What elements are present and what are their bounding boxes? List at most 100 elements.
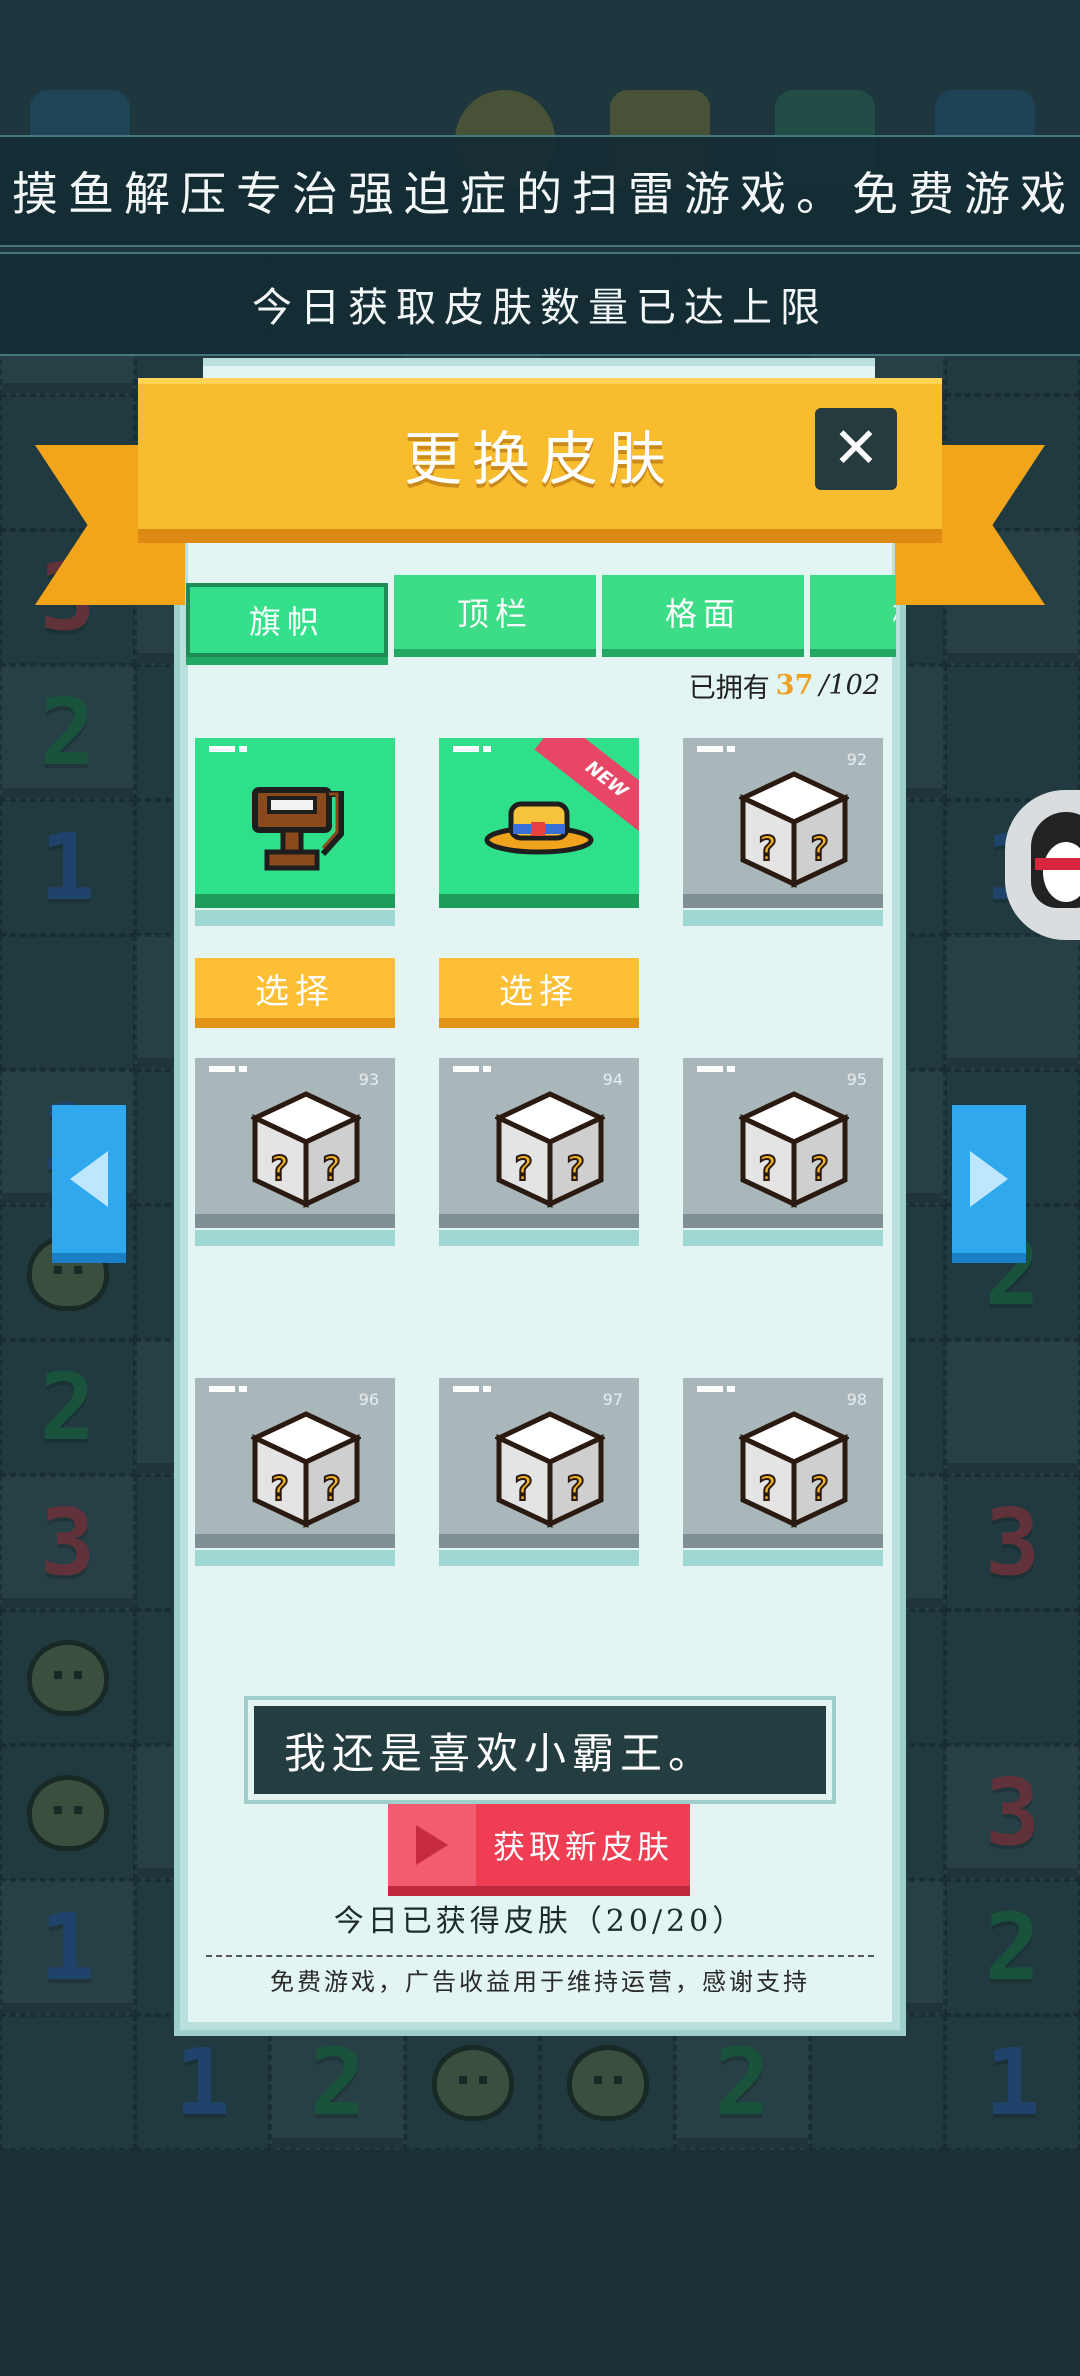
- marquee-text: 摸鱼解压专治强迫症的扫雷游戏。免费游戏，: [12, 167, 1080, 221]
- board-cell[interactable]: [945, 1610, 1080, 1745]
- get-new-skin-button[interactable]: 获取新皮肤: [388, 1804, 690, 1896]
- skin-card-locked[interactable]: 92 ? ?: [683, 738, 883, 926]
- skin-number: 95: [846, 1070, 867, 1089]
- board-cell[interactable]: [945, 935, 1080, 1070]
- mystery-box-icon: ??: [495, 1091, 605, 1208]
- mystery-box-icon: ??: [251, 1091, 361, 1208]
- prev-page-button[interactable]: [52, 1105, 126, 1263]
- tab-topbar[interactable]: 顶栏: [394, 575, 596, 657]
- board-cell[interactable]: 1: [0, 800, 135, 935]
- card-mark: [453, 746, 479, 752]
- skin-card-locked[interactable]: 98??: [683, 1378, 883, 1566]
- footer-divider: [206, 1955, 874, 1957]
- mystery-box-icon: ??: [739, 1091, 849, 1208]
- tab-cell-face[interactable]: 格面: [602, 575, 804, 657]
- board-cell[interactable]: [810, 2015, 945, 2150]
- owned-label: 已拥有: [688, 672, 770, 704]
- select-trophy-button[interactable]: 选择: [195, 958, 395, 1028]
- skin-card-locked[interactable]: 96??: [195, 1378, 395, 1566]
- footer-note: 免费游戏，广告收益用于维持运营，感谢支持: [270, 1968, 810, 1996]
- cell-number: 3: [39, 1489, 96, 1596]
- svg-text:?: ?: [269, 1469, 289, 1509]
- penguin-scarf: [1035, 858, 1080, 870]
- board-cell[interactable]: [0, 1610, 135, 1745]
- card-mark: [727, 1066, 735, 1072]
- owned-total: /102: [819, 669, 880, 701]
- skin-card-locked[interactable]: 95??: [683, 1058, 883, 1246]
- board-cell[interactable]: 3: [0, 1475, 135, 1610]
- skin-card-locked[interactable]: 97??: [439, 1378, 639, 1566]
- card-mark: [209, 1386, 235, 1392]
- board-cell[interactable]: [0, 935, 135, 1070]
- svg-text:?: ?: [321, 1149, 341, 1189]
- cell-number: 1: [174, 2029, 231, 2136]
- arrow-right-icon: [970, 1151, 1008, 1207]
- mystery-box-icon: ??: [495, 1411, 605, 1528]
- card-mark: [209, 1066, 235, 1072]
- blob-icon: [26, 1639, 109, 1716]
- skin-category-tabs: 旗帜 顶栏 格面 格: [186, 575, 896, 665]
- card-mark: [209, 746, 235, 752]
- select-hat-button[interactable]: 选择: [439, 958, 639, 1028]
- board-cell[interactable]: 1: [0, 1880, 135, 2015]
- board-cell[interactable]: [405, 2015, 540, 2150]
- cell-number: 3: [984, 1759, 1041, 1866]
- skin-card-locked[interactable]: 93??: [195, 1058, 395, 1246]
- card-mark: [239, 746, 247, 752]
- board-cell[interactable]: 2: [0, 1340, 135, 1475]
- board-cell[interactable]: 3: [945, 1475, 1080, 1610]
- skin-number: 97: [602, 1390, 623, 1409]
- skin-number: 96: [358, 1390, 379, 1409]
- board-cell[interactable]: 1: [945, 2015, 1080, 2150]
- tab-label: 格面: [664, 595, 741, 633]
- svg-text:?: ?: [269, 1149, 289, 1189]
- board-cell[interactable]: 3: [945, 1745, 1080, 1880]
- owned-count: 37: [775, 669, 814, 701]
- board-cell[interactable]: 2: [0, 665, 135, 800]
- hat-icon: [484, 801, 594, 855]
- get-skin-label: 获取新皮肤: [492, 1828, 673, 1866]
- skin-card-trophy[interactable]: [195, 738, 395, 926]
- board-cell[interactable]: [0, 2015, 135, 2150]
- cell-number: 1: [39, 1894, 96, 2001]
- cell-number: 3: [984, 1489, 1041, 1596]
- svg-text:?: ?: [757, 1149, 777, 1189]
- arrow-left-icon: [70, 1151, 108, 1207]
- board-cell[interactable]: [540, 2015, 675, 2150]
- skin-card-hat[interactable]: NEW: [439, 738, 639, 908]
- modal-title: 更换皮肤: [403, 424, 676, 493]
- skin-card-locked[interactable]: 94??: [439, 1058, 639, 1246]
- tab-more[interactable]: 格: [810, 575, 896, 657]
- board-cell[interactable]: [945, 1340, 1080, 1475]
- trophy-icon: [252, 787, 344, 871]
- play-video-icon: [388, 1804, 476, 1886]
- cell-number: 2: [309, 2029, 366, 2136]
- board-cell[interactable]: 2: [270, 2015, 405, 2150]
- quote-text: 我还是喜欢小霸王。: [284, 1728, 717, 1778]
- board-cell[interactable]: [945, 665, 1080, 800]
- svg-text:?: ?: [565, 1469, 585, 1509]
- board-cell[interactable]: [0, 1745, 135, 1880]
- tab-flag[interactable]: 旗帜: [186, 583, 388, 665]
- svg-text:?: ?: [809, 829, 829, 869]
- svg-text:?: ?: [757, 829, 777, 869]
- svg-text:?: ?: [809, 1149, 829, 1189]
- cell-number: 2: [39, 679, 96, 786]
- cell-number: 2: [984, 1894, 1041, 2001]
- cell-number: 1: [984, 2029, 1041, 2136]
- next-page-button[interactable]: [952, 1105, 1026, 1263]
- today-skin-count: 今日已获得皮肤（20/20）: [333, 1904, 747, 1939]
- tab-label: 旗帜: [248, 603, 325, 641]
- blob-icon: [26, 1774, 109, 1851]
- card-mark: [697, 1386, 723, 1392]
- board-cell[interactable]: 2: [675, 2015, 810, 2150]
- mystery-box-icon: ? ?: [739, 771, 849, 888]
- board-cell[interactable]: 1: [135, 2015, 270, 2150]
- close-icon: ✕: [832, 416, 880, 481]
- card-mark: [453, 1386, 479, 1392]
- board-cell[interactable]: 2: [945, 1880, 1080, 2015]
- tab-label: 顶栏: [456, 595, 533, 633]
- close-button[interactable]: ✕: [815, 408, 897, 490]
- card-mark: [483, 1386, 491, 1392]
- card-mark: [697, 746, 723, 752]
